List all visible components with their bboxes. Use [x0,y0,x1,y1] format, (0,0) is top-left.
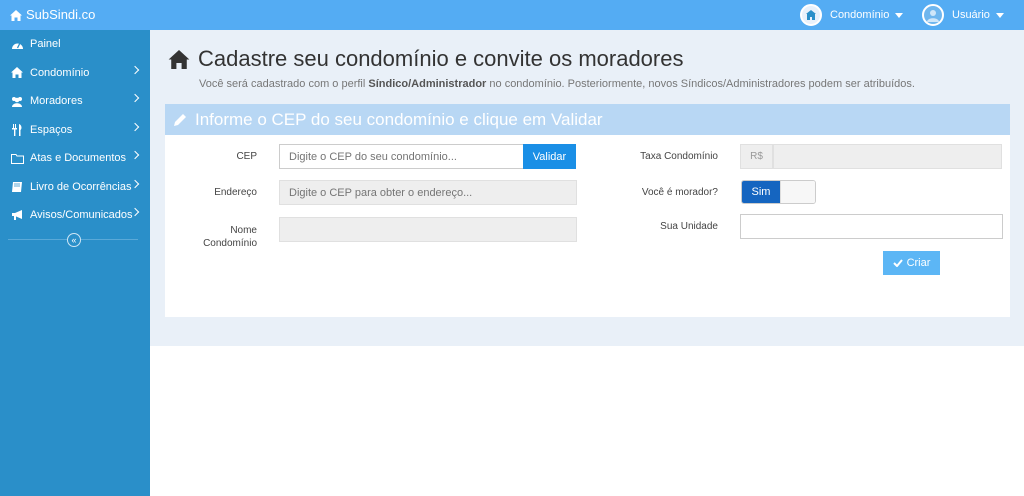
toggle-knob [780,181,815,203]
criar-button[interactable]: Criar [883,251,940,275]
home-icon [10,66,24,80]
panel-header: Informe o CEP do seu condomínio e clique… [165,104,1010,135]
endereco-field [279,180,577,205]
check-icon [892,259,903,267]
subtitle-bold: Síndico/Administrador [368,78,487,90]
users-icon [10,94,24,108]
folder-icon [10,151,24,165]
sidebar-item-atas[interactable]: Atas e Documentos [0,144,150,173]
unidade-input[interactable] [740,214,1003,239]
brand-logo[interactable]: SubSindi.co [10,0,95,30]
usuario-label: Usuário [952,9,990,21]
brand-name: SubSindi.co [26,7,96,22]
unidade-label: Sua Unidade [660,221,718,232]
chevron-right-icon [130,65,140,74]
sidebar-collapse-button[interactable]: « [67,233,81,247]
panel-heading: Informe o CEP do seu condomínio e clique… [195,109,603,129]
sidebar-item-label: Avisos/Comunicados [30,209,133,222]
sidebar-item-avisos[interactable]: Avisos/Comunicados [0,201,150,230]
sidebar-item-ocorrencias[interactable]: Livro de Ocorrências [0,173,150,202]
condominio-label: Condomínio [830,9,890,21]
currency-addon: R$ [740,144,773,169]
condominio-avatar [800,4,822,26]
page-title-text: Cadastre seu condomínio e convite os mor… [198,46,684,71]
validar-button[interactable]: Validar [523,144,576,169]
chevron-down-icon [995,12,1004,18]
bullhorn-icon [10,208,24,222]
book-icon [10,180,24,194]
sidebar-item-label: Livro de Ocorrências [30,180,132,193]
form-panel: Informe o CEP do seu condomínio e clique… [165,104,1010,317]
subtitle-suffix: no condomínio. Posteriormente, novos Sín… [486,78,915,90]
toggle-on-label: Sim [742,181,780,203]
page-subtitle: Você será cadastrado com o perfil Síndic… [199,78,915,90]
top-navbar: SubSindi.co Condomínio Usuário [0,0,1024,30]
cep-input[interactable] [279,144,524,169]
cutlery-icon [10,123,24,137]
sidebar-item-moradores[interactable]: Moradores [0,87,150,116]
nome-condominio-field [279,217,577,242]
chevron-right-icon [130,150,140,160]
building-icon [806,10,816,20]
nome-condominio-label: Nome Condomínio [203,225,257,249]
chevron-down-icon [895,12,904,18]
sidebar-item-label: Painel [30,38,61,51]
home-icon [168,49,190,69]
morador-toggle[interactable]: Sim [741,180,816,204]
endereco-label: Endereço [214,187,257,198]
user-dropdown[interactable]: Usuário [922,0,1004,30]
criar-label: Criar [906,257,931,269]
sidebar-item-label: Moradores [30,95,83,108]
taxa-condominio-field [773,144,1002,169]
pencil-icon [174,113,186,126]
sidebar-item-label: Atas e Documentos [30,152,126,165]
chevron-right-icon [130,179,140,188]
home-icon [10,9,22,21]
dashboard-icon [10,37,24,51]
sidebar-item-painel[interactable]: Painel [0,30,150,59]
sidebar: Painel Condomínio Moradores Espaços Atas… [0,30,150,496]
chevron-right-icon [130,122,140,131]
sidebar-item-condominio[interactable]: Condomínio [0,59,150,88]
page-title: Cadastre seu condomínio e convite os mor… [168,46,683,72]
sidebar-item-label: Condomínio [30,66,90,79]
sidebar-item-label: Espaços [30,123,73,136]
subtitle-prefix: Você será cadastrado com o perfil [199,78,369,90]
morador-label: Você é morador? [641,187,718,198]
user-avatar [922,4,944,26]
taxa-condominio-label: Taxa Condomínio [640,151,718,162]
sidebar-item-espacos[interactable]: Espaços [0,116,150,145]
user-icon [927,10,939,22]
chevron-right-icon [130,93,140,103]
cep-label: CEP [236,151,257,162]
condominio-dropdown[interactable]: Condomínio [800,0,904,30]
